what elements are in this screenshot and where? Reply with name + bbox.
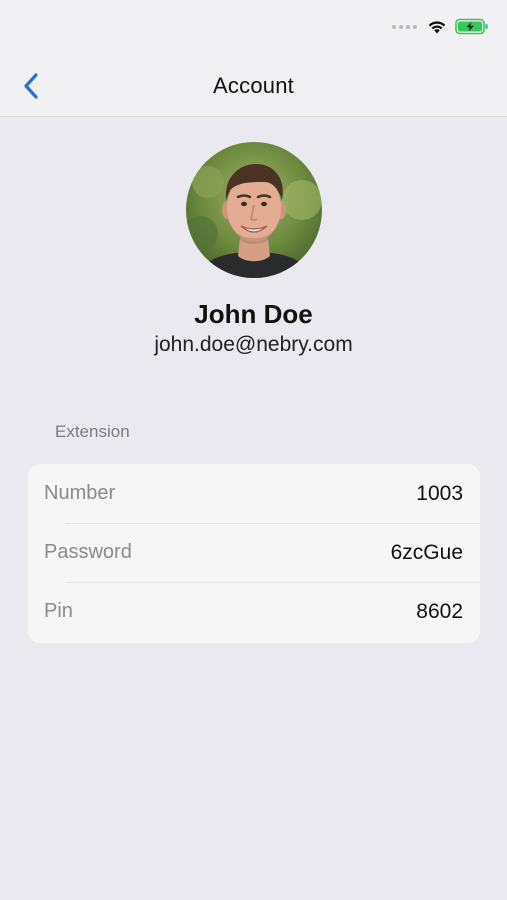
row-value: 1003: [416, 481, 463, 505]
top-bar: Account: [0, 0, 507, 117]
profile-section: John Doe john.doe@nebry.com: [0, 142, 507, 359]
wifi-icon: [427, 19, 447, 35]
profile-name: John Doe: [194, 299, 313, 329]
profile-email: john.doe@nebry.com: [154, 333, 353, 356]
navigation-bar: Account: [0, 60, 507, 116]
row-value: 6zcGue: [390, 540, 463, 564]
extension-row-password: Password 6zcGue: [28, 523, 480, 582]
avatar: [185, 142, 322, 278]
battery-charging-icon: [455, 18, 489, 35]
row-value: 8602: [416, 599, 463, 623]
extension-row-pin: Pin 8602: [28, 582, 480, 641]
page-title: Account: [213, 73, 294, 98]
row-label: Password: [44, 541, 132, 563]
signal-dots-icon: [392, 24, 417, 29]
extension-section-header: Extension: [55, 422, 130, 441]
row-label: Number: [44, 482, 116, 504]
extension-card: Number 1003 Password 6zcGue Pin 8602: [28, 464, 480, 643]
status-bar: [392, 18, 489, 35]
row-label: Pin: [44, 600, 73, 622]
extension-row-number: Number 1003: [28, 464, 480, 523]
